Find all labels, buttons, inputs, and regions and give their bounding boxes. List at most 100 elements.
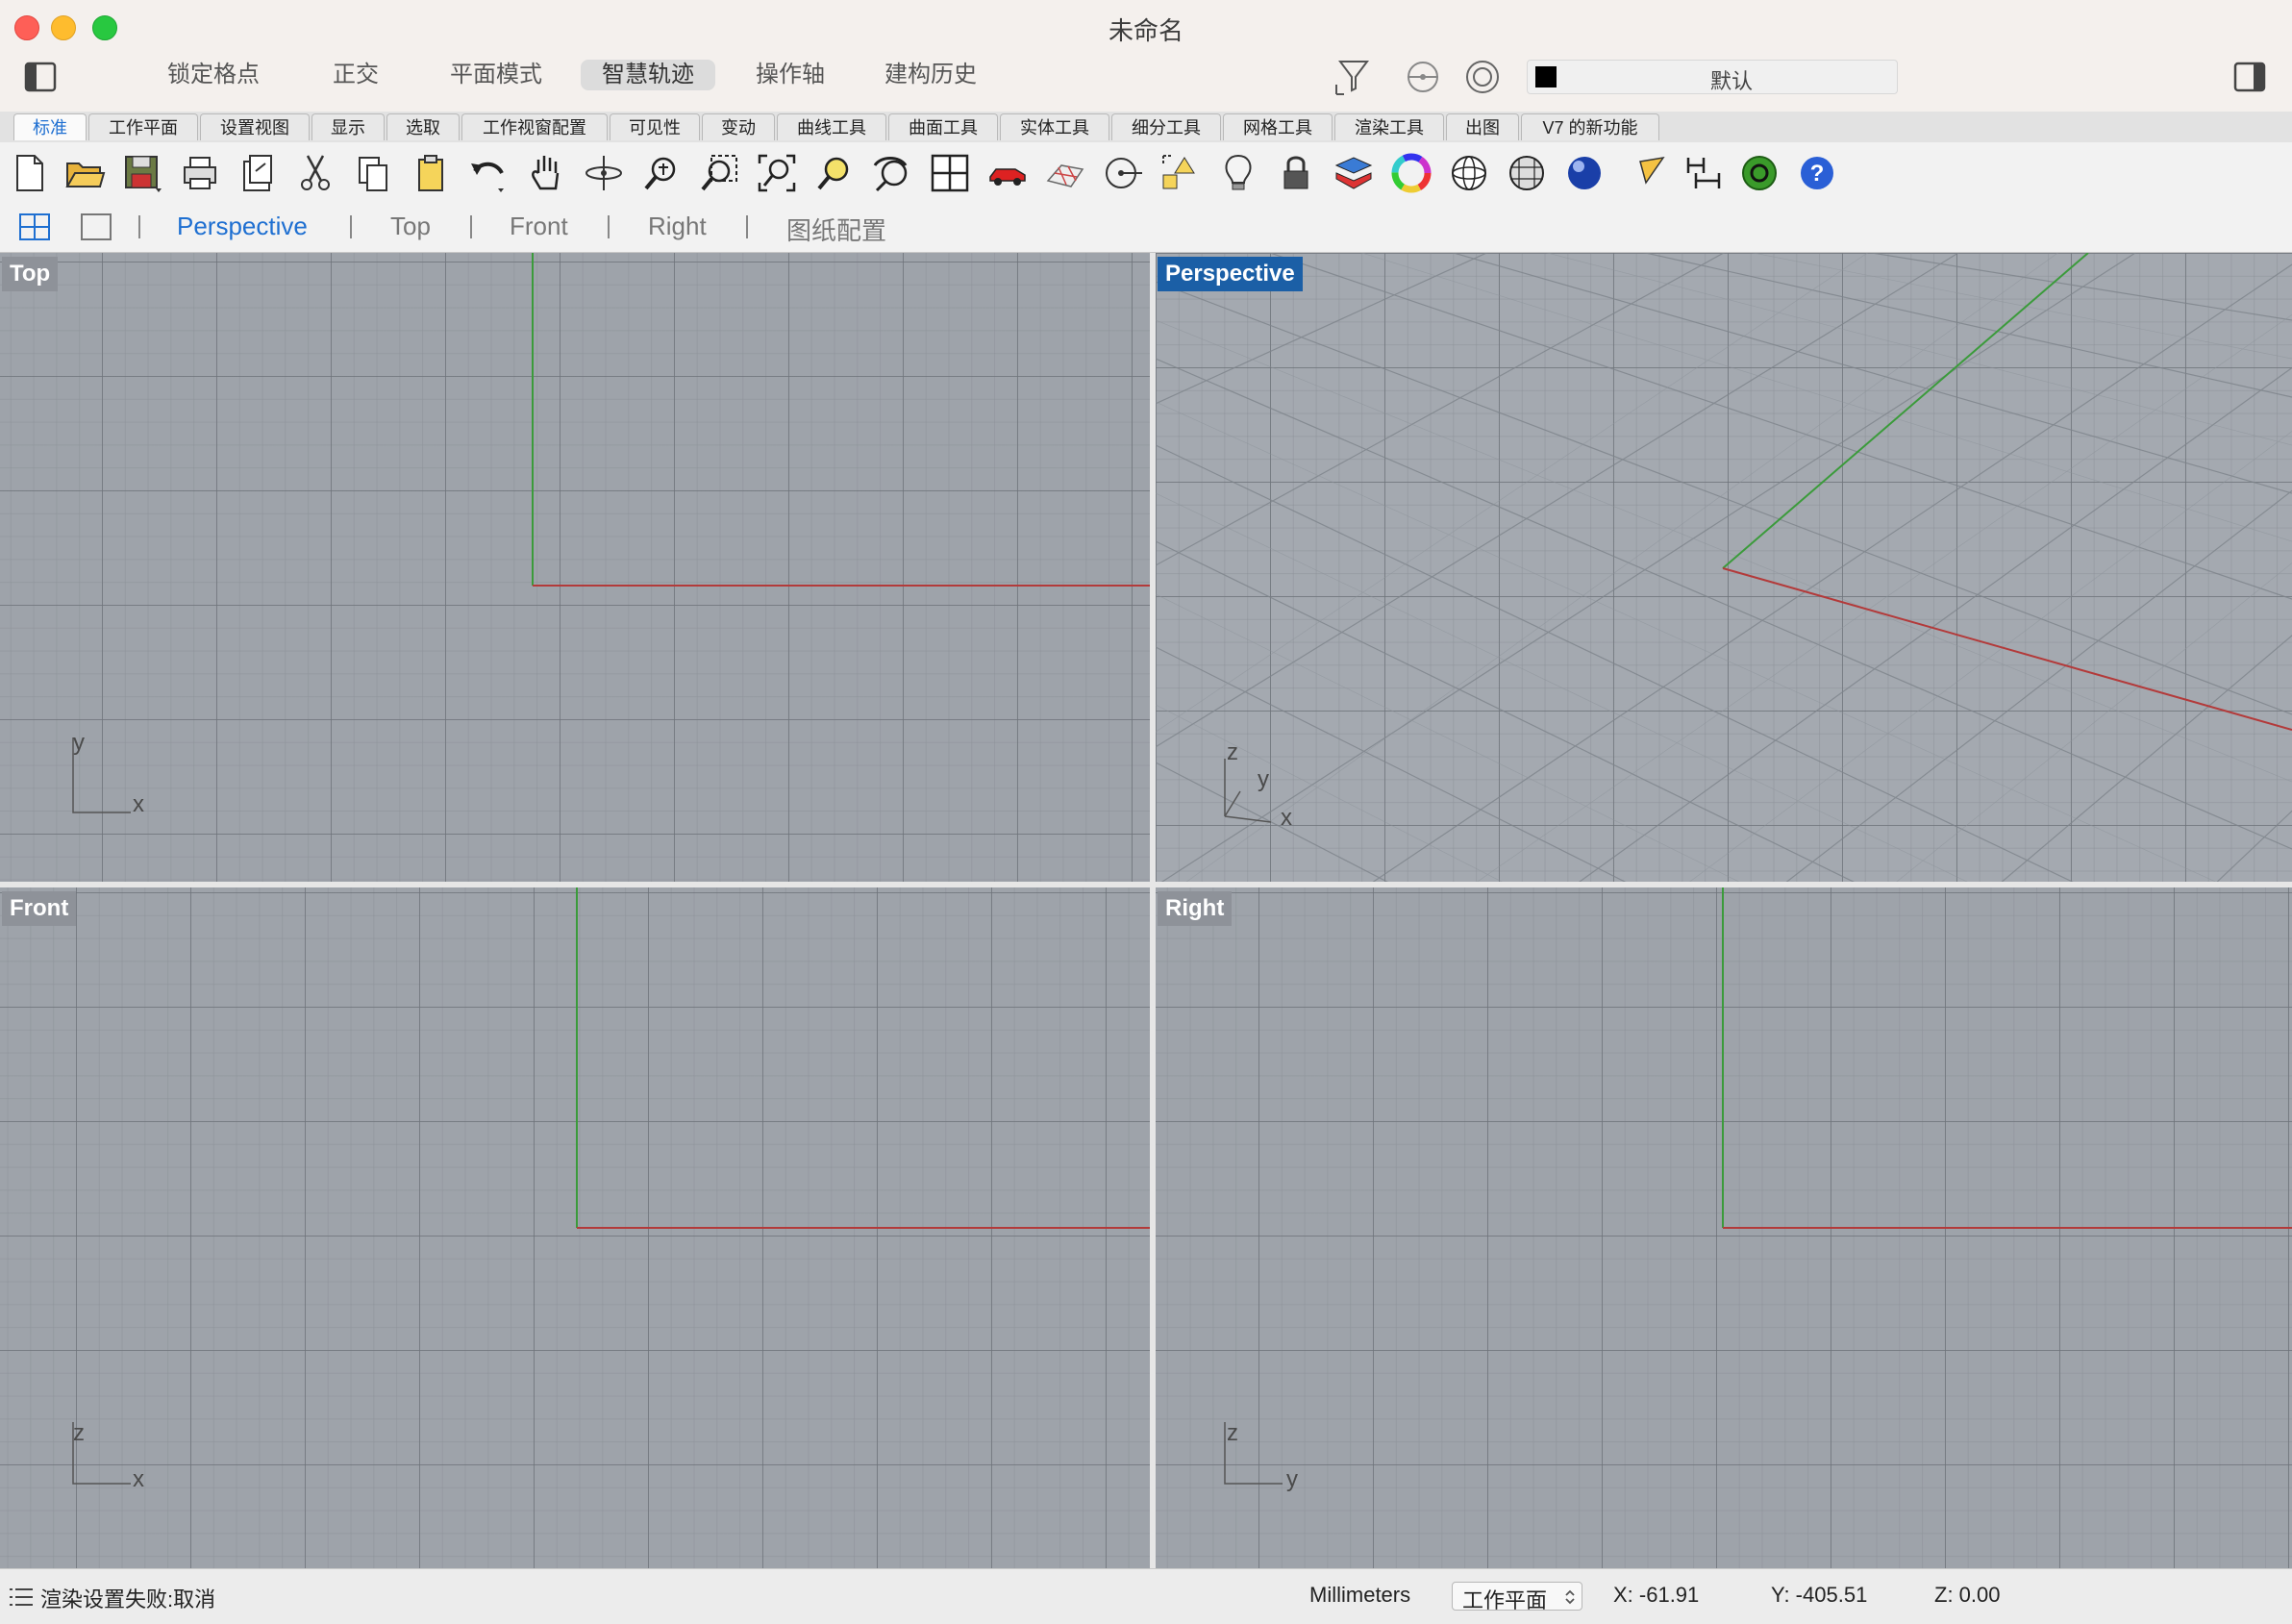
osnap-icon[interactable] [1404,58,1442,96]
tab-visibility[interactable]: 可见性 [610,113,700,140]
tab-display[interactable]: 显示 [311,113,385,140]
svg-text:?: ? [1810,161,1825,187]
tab-layout[interactable]: 图纸配置 [786,212,886,247]
viewport-label-top[interactable]: Top [2,257,59,291]
four-view-layout-icon[interactable] [19,213,50,240]
tab-subd-tools[interactable]: 细分工具 [1111,113,1221,140]
viewport-top[interactable]: Top y x [0,253,1150,882]
tab-standard[interactable]: 标准 [13,113,87,140]
zoom-selected-icon[interactable] [813,152,856,194]
lock-icon[interactable] [1275,152,1317,194]
rotate-view-icon[interactable] [583,152,625,194]
ortho-mode-button[interactable]: 正交 [311,60,400,90]
tab-set-view[interactable]: 设置视图 [200,113,310,140]
tab-top[interactable]: Top [390,212,431,241]
mesh-sphere-icon[interactable] [1506,152,1548,194]
undo-view-icon[interactable] [871,152,913,194]
viewport-right[interactable]: Right z y [1156,887,2292,1568]
viewport-perspective[interactable]: Perspective z y x [1156,253,2292,882]
tab-new-in-v7[interactable]: V7 的新功能 [1521,113,1659,140]
viewport-label-right[interactable]: Right [1158,891,1233,926]
new-file-icon[interactable] [8,152,50,194]
axis-label-x: x [133,791,144,817]
target-icon[interactable] [1463,58,1502,96]
planar-mode-button[interactable]: 平面模式 [429,60,563,90]
top-axes [72,253,1150,813]
pen-icon[interactable] [1634,152,1677,194]
right-sidebar-toggle-icon[interactable] [2232,60,2267,94]
layer-name: 默认 [1709,69,1753,93]
tab-select[interactable]: 选取 [386,113,460,140]
perspective-grid [1156,253,2292,882]
snap-mode-button[interactable]: 锁定格点 [146,60,281,90]
print-icon[interactable] [179,152,221,194]
axis-label-z: z [73,1420,85,1446]
tab-perspective[interactable]: Perspective [177,212,308,241]
tab-cplanes[interactable]: 工作平面 [88,113,198,140]
status-bar: 渲染设置失败:取消 Millimeters 工作平面 X: -61.91 Y: … [0,1568,2292,1624]
undo-icon[interactable] [467,152,510,194]
record-history-button[interactable]: 建构历史 [863,60,998,90]
gumball-button[interactable]: 操作轴 [735,60,846,90]
tab-front[interactable]: Front [510,212,568,241]
tab-mesh-tools[interactable]: 网格工具 [1223,113,1333,140]
axis-label-y: y [1258,766,1269,792]
tab-drafting[interactable]: 出图 [1446,113,1519,140]
paste-icon[interactable] [410,152,452,194]
layer-color-swatch [1535,66,1557,87]
cplane-value: 工作平面 [1462,1588,1548,1612]
tab-viewport-layout[interactable]: 工作视窗配置 [461,113,608,140]
window-title: 未命名 [1108,16,1183,45]
toolbar-tabs: 标准 工作平面 设置视图 显示 选取 工作视窗配置 可见性 变动 曲线工具 曲面… [0,112,2292,143]
axis-label-y: y [73,730,85,756]
smart-track-button[interactable]: 智慧轨迹 [581,60,715,90]
viewport-label-front[interactable]: Front [2,891,77,926]
coord-x: X: -61.91 [1613,1583,1700,1607]
viewport-tabs-bar: Perspective Top Front Right 图纸配置 [0,204,2292,253]
render-sphere-icon[interactable] [1563,152,1606,194]
tab-surface-tools[interactable]: 曲面工具 [888,113,998,140]
tab-render-tools[interactable]: 渲染工具 [1334,113,1444,140]
tab-curve-tools[interactable]: 曲线工具 [777,113,886,140]
point-osnap-icon[interactable] [1102,152,1144,194]
zoom-icon[interactable] [640,152,683,194]
cut-icon[interactable] [294,152,336,194]
open-file-icon[interactable] [63,152,106,194]
grid-snap-icon[interactable] [1044,152,1086,194]
dimension-icon[interactable] [1682,152,1725,194]
four-viewports-icon[interactable] [929,152,971,194]
separator [138,215,140,238]
axis-label-x: x [1281,805,1292,831]
command-history-icon[interactable] [10,1587,33,1608]
tab-transform[interactable]: 变动 [702,113,775,140]
import-icon[interactable] [237,152,279,194]
separator [350,215,352,238]
cplane-dropdown[interactable]: 工作平面 [1452,1582,1582,1612]
layer-icon[interactable] [1333,152,1375,194]
single-view-layout-icon[interactable] [81,213,112,240]
light-icon[interactable] [1217,152,1259,194]
axis-label-z: z [1227,1420,1238,1446]
shapes-icon[interactable] [1159,152,1202,194]
zoom-extents-icon[interactable] [756,152,798,194]
green-render-icon[interactable] [1738,152,1781,194]
save-icon[interactable] [121,152,163,194]
zoom-window-icon[interactable] [698,152,740,194]
wireframe-sphere-icon[interactable] [1448,152,1490,194]
car-icon[interactable] [986,152,1029,194]
left-sidebar-toggle-icon[interactable] [23,60,58,94]
color-wheel-icon[interactable] [1390,152,1432,194]
units-label[interactable]: Millimeters [1309,1583,1410,1608]
tab-right[interactable]: Right [648,212,707,241]
viewport-front[interactable]: Front z x [0,887,1150,1568]
coord-y: Y: -405.51 [1771,1583,1868,1607]
updown-chevron-icon [1565,1589,1575,1605]
help-icon[interactable]: ? [1796,152,1838,194]
viewport-label-perspective[interactable]: Perspective [1158,257,1303,291]
pan-hand-icon[interactable] [525,152,567,194]
modeling-aids-bar: 锁定格点 正交 平面模式 智慧轨迹 操作轴 建构历史 默认 [0,52,2292,112]
current-layer-selector[interactable]: 默认 [1527,60,1898,94]
tab-solid-tools[interactable]: 实体工具 [1000,113,1109,140]
filter-icon[interactable] [1333,56,1375,98]
copy-icon[interactable] [352,152,394,194]
